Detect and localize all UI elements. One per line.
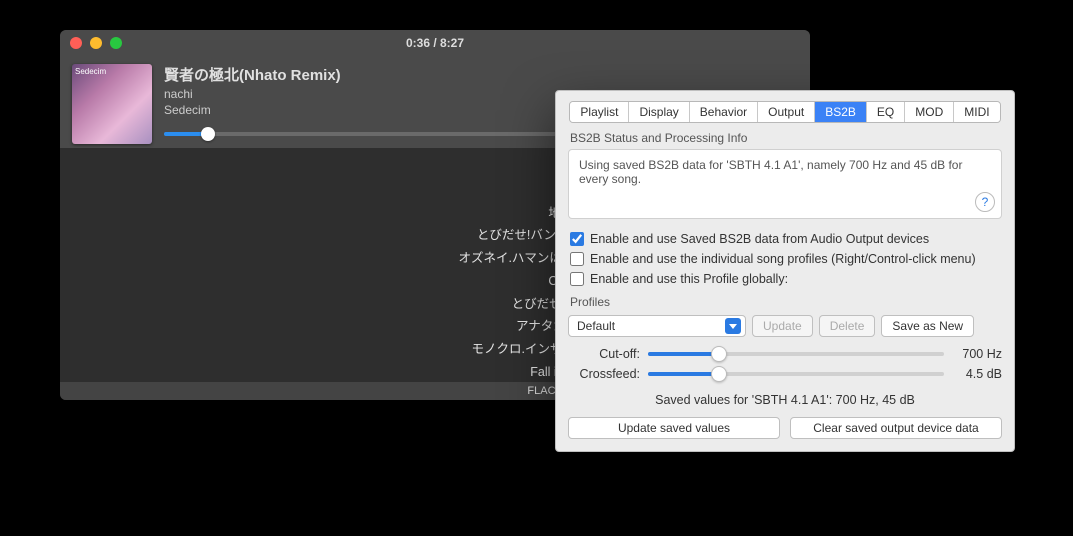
chevron-down-icon — [725, 318, 741, 334]
settings-panel: PlaylistDisplayBehaviorOutputBS2BEQMODMI… — [555, 90, 1015, 452]
zoom-window-button[interactable] — [110, 37, 122, 49]
close-window-button[interactable] — [70, 37, 82, 49]
crossfeed-slider[interactable] — [648, 372, 944, 376]
checkbox-saved-devices[interactable] — [570, 232, 584, 246]
checkbox-label: Enable and use this Profile globally: — [590, 272, 788, 286]
bottom-button-row: Update saved values Clear saved output d… — [568, 417, 1002, 439]
check-enable-saved-devices[interactable]: Enable and use Saved BS2B data from Audi… — [568, 229, 1002, 249]
update-button[interactable]: Update — [752, 315, 813, 337]
checkbox-label: Enable and use the individual song profi… — [590, 252, 976, 266]
crossfeed-slider-row: Crossfeed: 4.5 dB — [568, 367, 1002, 381]
crossfeed-label: Crossfeed: — [568, 367, 640, 381]
saved-values-text: Saved values for 'SBTH 4.1 A1': 700 Hz, … — [568, 393, 1002, 407]
profile-select-value: Default — [577, 319, 615, 333]
tab-eq[interactable]: EQ — [867, 102, 905, 122]
status-info-text: Using saved BS2B data for 'SBTH 4.1 A1',… — [579, 158, 962, 186]
save-as-new-button[interactable]: Save as New — [881, 315, 974, 337]
settings-tabs: PlaylistDisplayBehaviorOutputBS2BEQMODMI… — [569, 101, 1000, 123]
tab-output[interactable]: Output — [758, 102, 815, 122]
tab-mod[interactable]: MOD — [905, 102, 954, 122]
status-group-label: BS2B Status and Processing Info — [570, 131, 1002, 145]
help-icon[interactable]: ? — [975, 192, 995, 212]
profile-select[interactable]: Default — [568, 315, 746, 337]
traffic-lights — [60, 37, 122, 49]
titlebar: 0:36 / 8:27 — [60, 30, 810, 56]
cutoff-value: 700 Hz — [952, 347, 1002, 361]
time-readout: 0:36 / 8:27 — [60, 36, 810, 50]
cutoff-slider-row: Cut-off: 700 Hz — [568, 347, 1002, 361]
tab-display[interactable]: Display — [629, 102, 689, 122]
checkbox-label: Enable and use Saved BS2B data from Audi… — [590, 232, 929, 246]
profiles-row: Default Update Delete Save as New — [568, 315, 1002, 337]
profiles-label: Profiles — [570, 295, 1002, 309]
delete-button[interactable]: Delete — [819, 315, 876, 337]
minimize-window-button[interactable] — [90, 37, 102, 49]
check-global-profile[interactable]: Enable and use this Profile globally: — [568, 269, 1002, 289]
now-playing-title: 賢者の極北(Nhato Remix) — [164, 64, 798, 85]
checkbox-global-profile[interactable] — [570, 272, 584, 286]
status-info-box: Using saved BS2B data for 'SBTH 4.1 A1',… — [568, 149, 1002, 219]
tab-playlist[interactable]: Playlist — [570, 102, 629, 122]
album-art[interactable]: Sedecim — [72, 64, 152, 144]
check-song-profiles[interactable]: Enable and use the individual song profi… — [568, 249, 1002, 269]
tab-bs2b[interactable]: BS2B — [815, 102, 867, 122]
clear-saved-button[interactable]: Clear saved output device data — [790, 417, 1002, 439]
tab-midi[interactable]: MIDI — [954, 102, 999, 122]
checkbox-song-profiles[interactable] — [570, 252, 584, 266]
update-saved-button[interactable]: Update saved values — [568, 417, 780, 439]
crossfeed-value: 4.5 dB — [952, 367, 1002, 381]
cutoff-slider[interactable] — [648, 352, 944, 356]
tab-behavior[interactable]: Behavior — [690, 102, 758, 122]
cutoff-label: Cut-off: — [568, 347, 640, 361]
